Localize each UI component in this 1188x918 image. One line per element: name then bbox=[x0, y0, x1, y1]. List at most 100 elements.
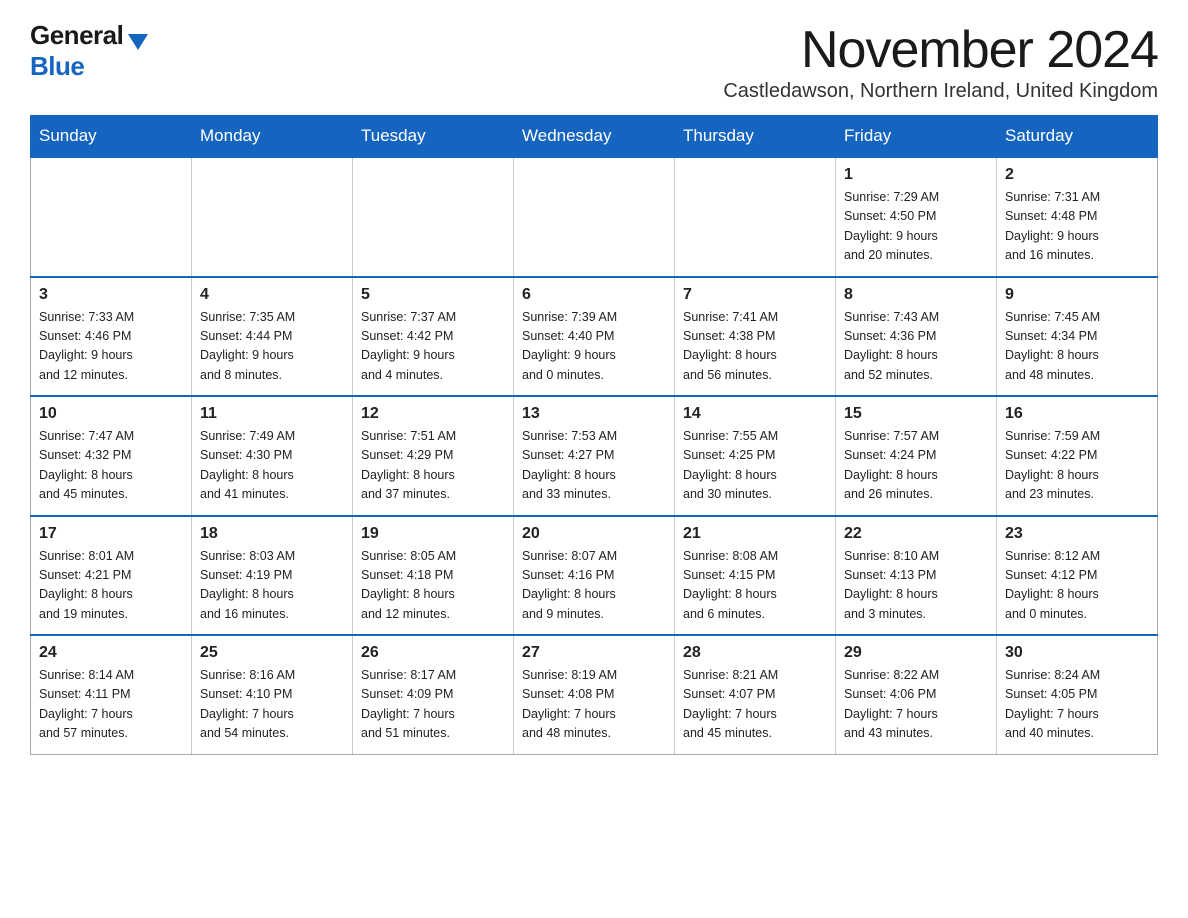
calendar-cell: 6Sunrise: 7:39 AMSunset: 4:40 PMDaylight… bbox=[514, 277, 675, 397]
calendar-cell: 25 Sunrise: 8:16 AMSunset: 4:10 PMDayligh… bbox=[192, 635, 353, 754]
day-number: 2 bbox=[1005, 166, 1149, 184]
logo-general-text: General bbox=[30, 20, 123, 51]
calendar-cell: 17 Sunrise: 8:01 AMSunset: 4:21 PMDayligh… bbox=[31, 516, 192, 636]
calendar-header-wednesday: Wednesday bbox=[514, 116, 675, 158]
day-number: 6 bbox=[522, 286, 666, 304]
calendar-cell: 21 Sunrise: 8:08 AMSunset: 4:15 PMDayligh… bbox=[675, 516, 836, 636]
calendar-cell: 13 Sunrise: 7:53 AMSunset: 4:27 PMDayligh… bbox=[514, 396, 675, 516]
page-header: General Blue November 2024 Castledawson,… bbox=[30, 20, 1158, 103]
calendar-cell: 19 Sunrise: 8:05 AMSunset: 4:18 PMDayligh… bbox=[353, 516, 514, 636]
day-info: Sunrise: 8:03 AMSunset: 4:19 PMDaylight:… bbox=[200, 547, 344, 625]
day-info: Sunrise: 7:31 AMSunset: 4:48 PMDaylight:… bbox=[1005, 188, 1149, 266]
day-info: Sunrise: 7:33 AMSunset: 4:46 PMDaylight:… bbox=[39, 308, 183, 386]
calendar-week-row: 10Sunrise: 7:47 AMSunset: 4:32 PMDayligh… bbox=[31, 396, 1158, 516]
day-number: 20 bbox=[522, 525, 666, 543]
day-number: 26 bbox=[361, 644, 505, 662]
day-info: Sunrise: 8:16 AMSunset: 4:10 PMDaylight:… bbox=[200, 666, 344, 744]
day-info: Sunrise: 8:24 AMSunset: 4:05 PMDaylight:… bbox=[1005, 666, 1149, 744]
day-info: Sunrise: 8:21 AMSunset: 4:07 PMDaylight:… bbox=[683, 666, 827, 744]
calendar-header-sunday: Sunday bbox=[31, 116, 192, 158]
day-info: Sunrise: 8:14 AMSunset: 4:11 PMDaylight:… bbox=[39, 666, 183, 744]
calendar-header-thursday: Thursday bbox=[675, 116, 836, 158]
calendar-cell: 7Sunrise: 7:41 AMSunset: 4:38 PMDaylight… bbox=[675, 277, 836, 397]
day-number: 19 bbox=[361, 525, 505, 543]
day-number: 12 bbox=[361, 405, 505, 423]
day-number: 16 bbox=[1005, 405, 1149, 423]
day-number: 29 bbox=[844, 644, 988, 662]
logo: General Blue bbox=[30, 20, 148, 82]
day-number: 25 bbox=[200, 644, 344, 662]
calendar-week-row: 1Sunrise: 7:29 AMSunset: 4:50 PMDaylight… bbox=[31, 157, 1158, 277]
calendar-cell bbox=[31, 157, 192, 277]
day-number: 21 bbox=[683, 525, 827, 543]
calendar-cell: 8 Sunrise: 7:43 AMSunset: 4:36 PMDaylight… bbox=[836, 277, 997, 397]
day-number: 23 bbox=[1005, 525, 1149, 543]
day-info: Sunrise: 7:57 AMSunset: 4:24 PMDaylight:… bbox=[844, 427, 988, 505]
day-number: 24 bbox=[39, 644, 183, 662]
day-number: 15 bbox=[844, 405, 988, 423]
day-number: 14 bbox=[683, 405, 827, 423]
calendar-header-saturday: Saturday bbox=[997, 116, 1158, 158]
day-number: 3 bbox=[39, 286, 183, 304]
day-info: Sunrise: 8:05 AMSunset: 4:18 PMDaylight:… bbox=[361, 547, 505, 625]
calendar-cell: 29 Sunrise: 8:22 AMSunset: 4:06 PMDayligh… bbox=[836, 635, 997, 754]
day-number: 18 bbox=[200, 525, 344, 543]
location-subtitle: Castledawson, Northern Ireland, United K… bbox=[723, 80, 1158, 103]
day-number: 27 bbox=[522, 644, 666, 662]
day-number: 4 bbox=[200, 286, 344, 304]
calendar-cell: 10Sunrise: 7:47 AMSunset: 4:32 PMDayligh… bbox=[31, 396, 192, 516]
logo-blue-text: Blue bbox=[30, 51, 84, 82]
day-number: 9 bbox=[1005, 286, 1149, 304]
calendar-cell bbox=[675, 157, 836, 277]
day-info: Sunrise: 7:51 AMSunset: 4:29 PMDaylight:… bbox=[361, 427, 505, 505]
day-info: Sunrise: 7:43 AMSunset: 4:36 PMDaylight:… bbox=[844, 308, 988, 386]
calendar-cell: 2 Sunrise: 7:31 AMSunset: 4:48 PMDaylight… bbox=[997, 157, 1158, 277]
day-info: Sunrise: 7:59 AMSunset: 4:22 PMDaylight:… bbox=[1005, 427, 1149, 505]
calendar-header-friday: Friday bbox=[836, 116, 997, 158]
day-number: 8 bbox=[844, 286, 988, 304]
calendar-cell: 9 Sunrise: 7:45 AMSunset: 4:34 PMDaylight… bbox=[997, 277, 1158, 397]
day-info: Sunrise: 7:55 AMSunset: 4:25 PMDaylight:… bbox=[683, 427, 827, 505]
day-info: Sunrise: 7:45 AMSunset: 4:34 PMDaylight:… bbox=[1005, 308, 1149, 386]
day-number: 13 bbox=[522, 405, 666, 423]
day-number: 7 bbox=[683, 286, 827, 304]
day-info: Sunrise: 7:35 AMSunset: 4:44 PMDaylight:… bbox=[200, 308, 344, 386]
calendar-cell bbox=[192, 157, 353, 277]
day-info: Sunrise: 7:53 AMSunset: 4:27 PMDaylight:… bbox=[522, 427, 666, 505]
day-info: Sunrise: 8:22 AMSunset: 4:06 PMDaylight:… bbox=[844, 666, 988, 744]
calendar-cell: 1Sunrise: 7:29 AMSunset: 4:50 PMDaylight… bbox=[836, 157, 997, 277]
calendar-cell: 18 Sunrise: 8:03 AMSunset: 4:19 PMDayligh… bbox=[192, 516, 353, 636]
day-number: 1 bbox=[844, 166, 988, 184]
day-number: 17 bbox=[39, 525, 183, 543]
calendar-cell: 4 Sunrise: 7:35 AMSunset: 4:44 PMDaylight… bbox=[192, 277, 353, 397]
calendar-header-monday: Monday bbox=[192, 116, 353, 158]
calendar-table: SundayMondayTuesdayWednesdayThursdayFrid… bbox=[30, 115, 1158, 755]
day-number: 10 bbox=[39, 405, 183, 423]
title-block: November 2024 Castledawson, Northern Ire… bbox=[723, 20, 1158, 103]
day-info: Sunrise: 8:08 AMSunset: 4:15 PMDaylight:… bbox=[683, 547, 827, 625]
day-number: 28 bbox=[683, 644, 827, 662]
calendar-week-row: 17 Sunrise: 8:01 AMSunset: 4:21 PMDayligh… bbox=[31, 516, 1158, 636]
calendar-cell: 28 Sunrise: 8:21 AMSunset: 4:07 PMDayligh… bbox=[675, 635, 836, 754]
day-number: 22 bbox=[844, 525, 988, 543]
calendar-cell: 12 Sunrise: 7:51 AMSunset: 4:29 PMDayligh… bbox=[353, 396, 514, 516]
day-info: Sunrise: 8:07 AMSunset: 4:16 PMDaylight:… bbox=[522, 547, 666, 625]
calendar-cell: 16 Sunrise: 7:59 AMSunset: 4:22 PMDayligh… bbox=[997, 396, 1158, 516]
calendar-cell: 14 Sunrise: 7:55 AMSunset: 4:25 PMDayligh… bbox=[675, 396, 836, 516]
day-info: Sunrise: 8:01 AMSunset: 4:21 PMDaylight:… bbox=[39, 547, 183, 625]
day-number: 5 bbox=[361, 286, 505, 304]
calendar-cell: 24 Sunrise: 8:14 AMSunset: 4:11 PMDayligh… bbox=[31, 635, 192, 754]
day-number: 30 bbox=[1005, 644, 1149, 662]
calendar-cell: 3 Sunrise: 7:33 AMSunset: 4:46 PMDaylight… bbox=[31, 277, 192, 397]
calendar-cell bbox=[353, 157, 514, 277]
month-title: November 2024 bbox=[723, 20, 1158, 80]
calendar-cell: 5Sunrise: 7:37 AMSunset: 4:42 PMDaylight… bbox=[353, 277, 514, 397]
day-info: Sunrise: 7:49 AMSunset: 4:30 PMDaylight:… bbox=[200, 427, 344, 505]
logo-triangle-icon bbox=[128, 34, 148, 50]
calendar-cell: 20 Sunrise: 8:07 AMSunset: 4:16 PMDayligh… bbox=[514, 516, 675, 636]
calendar-week-row: 24 Sunrise: 8:14 AMSunset: 4:11 PMDayligh… bbox=[31, 635, 1158, 754]
day-info: Sunrise: 8:10 AMSunset: 4:13 PMDaylight:… bbox=[844, 547, 988, 625]
calendar-cell: 30 Sunrise: 8:24 AMSunset: 4:05 PMDayligh… bbox=[997, 635, 1158, 754]
day-number: 11 bbox=[200, 405, 344, 423]
calendar-cell: 23Sunrise: 8:12 AMSunset: 4:12 PMDayligh… bbox=[997, 516, 1158, 636]
